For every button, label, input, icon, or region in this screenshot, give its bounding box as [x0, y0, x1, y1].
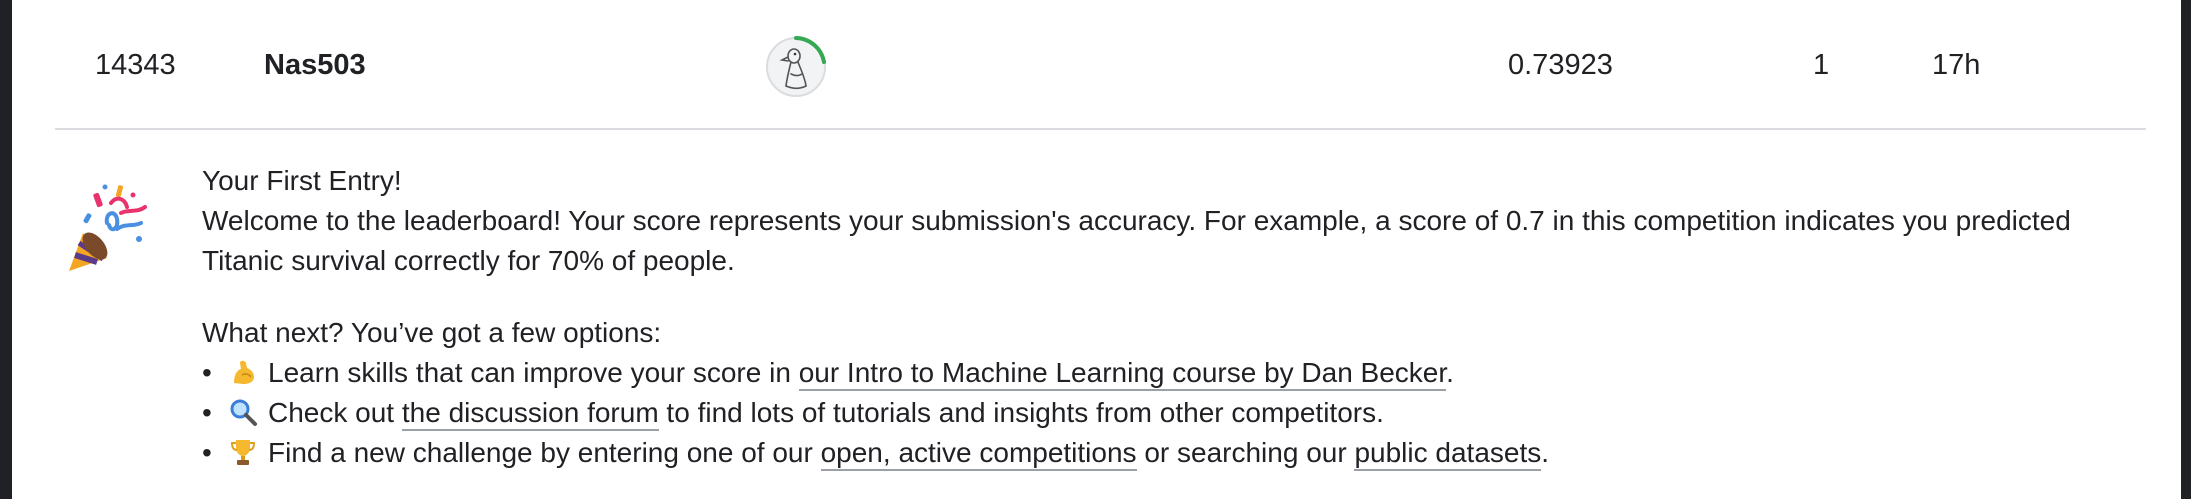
- last-submission-time: 17h: [1932, 49, 1981, 81]
- list-item: Check out the discussion forum to find l…: [202, 393, 2102, 433]
- flexed-biceps-icon: [234, 360, 254, 384]
- magnifying-glass-icon: [230, 399, 257, 426]
- public-datasets-link[interactable]: public datasets: [1354, 437, 1542, 471]
- list-item: Learn skills that can improve your score…: [202, 353, 2102, 393]
- entries-count: 1: [1813, 49, 1830, 81]
- team-name-link[interactable]: Nas503: [264, 45, 366, 85]
- left-edge-bar: [0, 0, 12, 499]
- right-edge-bar: [2181, 0, 2191, 499]
- party-popper-icon: [69, 184, 147, 271]
- welcome-text: Welcome to the leaderboard! Your score r…: [202, 205, 2071, 276]
- leaderboard-row[interactable]: 14343 Nas503 0.73923 1 17h: [12, 0, 2181, 130]
- trophy-icon: [230, 440, 256, 465]
- score-value: 0.73923: [1508, 49, 1613, 81]
- first-entry-panel: Your First Entry! Welcome to the leaderb…: [12, 131, 2181, 499]
- first-entry-title: Your First Entry!: [202, 165, 402, 196]
- discussion-forum-link[interactable]: the discussion forum: [401, 397, 659, 431]
- list-item: Find a new challenge by entering one of …: [202, 433, 2102, 473]
- intro-ml-course-link[interactable]: our Intro to Machine Learning course by …: [798, 357, 1447, 391]
- active-competitions-link[interactable]: open, active competitions: [820, 437, 1137, 471]
- first-entry-content: Your First Entry! Welcome to the leaderb…: [202, 161, 2102, 473]
- options-list: Learn skills that can improve your score…: [202, 353, 2102, 473]
- next-heading: What next? You’ve got a few options:: [202, 317, 662, 348]
- rank-value: 14343: [95, 49, 176, 81]
- row-divider: [55, 128, 2146, 130]
- user-avatar[interactable]: [761, 32, 831, 102]
